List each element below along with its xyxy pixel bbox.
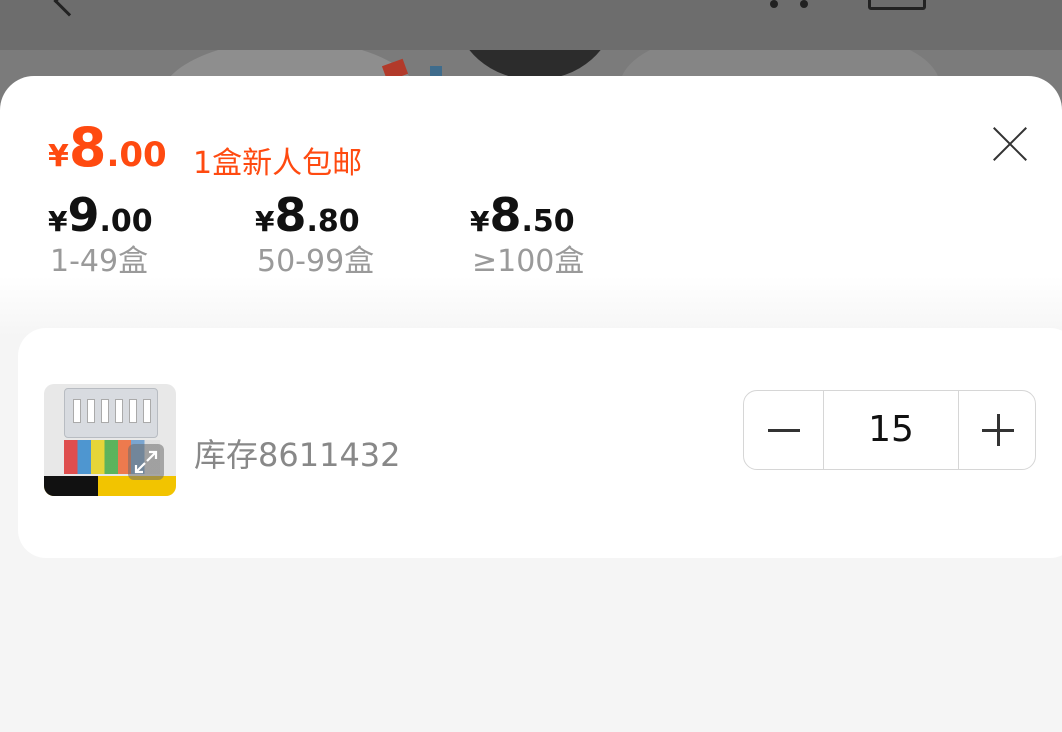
tier-currency: ¥ — [470, 205, 490, 238]
tier-range: 1-49盒 — [50, 244, 149, 279]
current-price: ¥8.00 — [48, 116, 167, 179]
share-icon — [868, 0, 926, 10]
tier-price-decimal: .50 — [521, 204, 575, 239]
price-tier-3: ¥8.50 ≥100盒 — [470, 188, 584, 280]
tier-price-decimal: .80 — [306, 204, 360, 239]
price-tier-1: ¥9.00 1-49盒 — [48, 188, 153, 280]
price-tier-2: ¥8.80 50-99盒 — [255, 188, 374, 280]
close-icon[interactable] — [986, 120, 1034, 168]
product-thumbnail[interactable] — [44, 384, 176, 496]
tier-price-decimal: .00 — [99, 204, 153, 239]
quantity-stepper — [743, 390, 1036, 470]
tier-currency: ¥ — [255, 205, 275, 238]
expand-icon[interactable] — [128, 444, 164, 480]
sku-bottom-sheet: ¥8.00 1盒新人包邮 ¥9.00 1-49盒 ¥8.80 50-99盒 ¥8… — [0, 76, 1062, 732]
tier-price-integer: 8 — [489, 188, 522, 242]
back-arrow-icon — [53, 0, 85, 17]
tier-price-integer: 8 — [274, 188, 307, 242]
tier-range: ≥100盒 — [472, 244, 585, 279]
promo-label: 1盒新人包邮 — [193, 146, 363, 181]
minus-icon[interactable] — [744, 391, 824, 469]
thumbnail-box-lid — [64, 388, 158, 438]
background-header — [0, 0, 1062, 50]
price-integer: 8 — [68, 116, 107, 179]
plus-icon[interactable] — [958, 391, 1035, 469]
more-dots-icon — [770, 0, 820, 8]
sku-card: 库存8611432 — [18, 328, 1062, 558]
tier-range: 50-99盒 — [257, 244, 375, 279]
tier-currency: ¥ — [48, 205, 68, 238]
price-decimal: .00 — [106, 135, 167, 175]
currency-symbol: ¥ — [48, 139, 69, 174]
tier-price-integer: 9 — [67, 188, 100, 242]
stock-count: 库存8611432 — [194, 436, 401, 474]
quantity-input[interactable] — [824, 391, 958, 469]
